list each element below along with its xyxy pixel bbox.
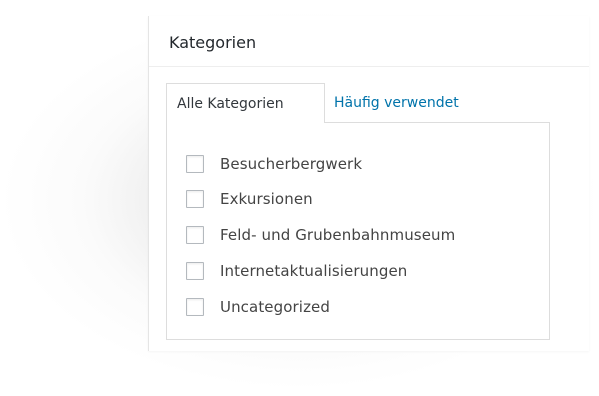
category-checkbox[interactable]	[186, 226, 204, 244]
active-tab-connector	[167, 121, 324, 124]
metabox-header: Kategorien	[149, 16, 589, 67]
tab-all-categories[interactable]: Alle Kategorien	[166, 83, 325, 123]
category-label: Feld- und Grubenbahnmuseum	[220, 226, 456, 244]
category-label: Internetaktualisierungen	[220, 262, 408, 280]
category-item-besucherbergwerk[interactable]: Besucherbergwerk	[186, 154, 362, 174]
tab-most-used[interactable]: Häufig verwendet	[334, 83, 459, 123]
category-item-uncategorized[interactable]: Uncategorized	[186, 297, 330, 317]
category-checkbox[interactable]	[186, 155, 204, 173]
category-checkbox[interactable]	[186, 298, 204, 316]
category-item-exkursionen[interactable]: Exkursionen	[186, 189, 313, 209]
category-item-internetaktualisierungen[interactable]: Internetaktualisierungen	[186, 261, 407, 281]
category-checkbox[interactable]	[186, 190, 204, 208]
category-label: Besucherbergwerk	[220, 155, 363, 173]
category-label: Uncategorized	[220, 298, 330, 316]
metabox-title: Kategorien	[169, 33, 257, 52]
category-checkbox[interactable]	[186, 262, 204, 280]
category-label: Exkursionen	[220, 190, 313, 208]
category-item-feld-und-grubenbahnmuseum[interactable]: Feld- und Grubenbahnmuseum	[186, 225, 455, 245]
